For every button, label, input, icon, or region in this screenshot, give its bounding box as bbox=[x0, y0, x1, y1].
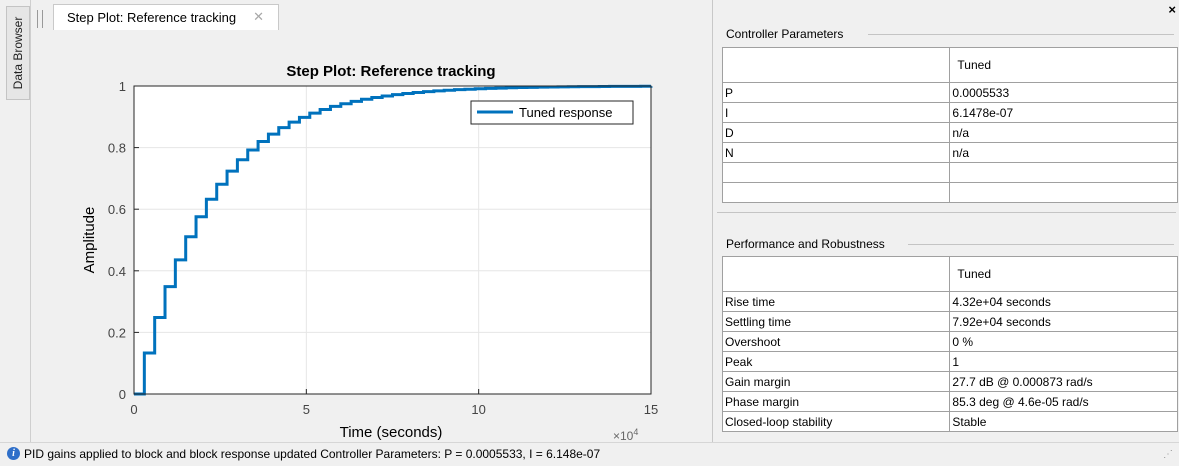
table-row: I 6.1478e-07 bbox=[721, 102, 1178, 123]
table-row: Closed-loop stability Stable bbox=[721, 411, 1178, 432]
data-browser-tab-label: Data Browser bbox=[11, 16, 25, 90]
table-row: Nn/a bbox=[721, 142, 1178, 163]
metric-name: Closed-loop stability bbox=[721, 411, 951, 432]
y-tick-label: 0.2 bbox=[108, 325, 126, 340]
status-message: PID gains applied to block and block res… bbox=[24, 447, 601, 461]
controller-parameters-table: Tuned P 0.0005533 I 6.1478e-07 Dn/a Nn/a bbox=[721, 47, 1178, 203]
close-tab-icon[interactable]: ✕ bbox=[253, 9, 264, 25]
plot-panel: Step Plot: Reference tracking 0 5 10 15 0 0.2… bbox=[31, 30, 707, 442]
table-row: Peak 1 bbox=[721, 351, 1178, 372]
tab-step-plot[interactable]: Step Plot: Reference tracking ✕ bbox=[53, 4, 279, 30]
header-empty-cell bbox=[721, 47, 951, 83]
performance-table: Tuned Rise time 4.32e+04 seconds Settling… bbox=[721, 256, 1178, 432]
header-tuned: Tuned bbox=[949, 47, 1178, 83]
table-row: P 0.0005533 bbox=[721, 82, 1178, 103]
param-value: n/a bbox=[949, 122, 1178, 143]
table-row: Dn/a bbox=[721, 122, 1178, 143]
y-tick-label: 0.4 bbox=[108, 264, 126, 279]
group-divider bbox=[717, 212, 1176, 213]
performance-robustness-title: Performance and Robustness bbox=[726, 237, 885, 251]
x-tick-label: 10 bbox=[471, 402, 485, 417]
param-name: I bbox=[721, 102, 951, 123]
metric-value: 0 % bbox=[949, 331, 1178, 352]
x-axis-multiplier: ×104 bbox=[613, 427, 638, 442]
table-header-row: Tuned bbox=[721, 256, 1178, 292]
group-divider bbox=[908, 244, 1174, 245]
resize-grip-icon[interactable]: ⋰ bbox=[1163, 449, 1173, 460]
x-tick-label: 0 bbox=[130, 402, 137, 417]
close-panel-icon[interactable]: × bbox=[1168, 2, 1176, 17]
x-tick-label: 15 bbox=[644, 402, 658, 417]
header-tuned: Tuned bbox=[949, 256, 1178, 292]
param-name: D bbox=[721, 122, 951, 143]
y-tick-label: 0.6 bbox=[108, 202, 126, 217]
table-row: Overshoot 0 % bbox=[721, 331, 1178, 352]
plot-axes-area bbox=[134, 86, 651, 394]
table-row: Gain margin 27.7 dB @ 0.000873 rad/s bbox=[721, 371, 1178, 392]
controller-parameters-title: Controller Parameters bbox=[726, 27, 844, 41]
y-axis-label: Amplitude bbox=[81, 207, 98, 274]
step-plot-chart: Step Plot: Reference tracking 0 5 10 15 0 0.2… bbox=[81, 63, 658, 442]
panel-grip-handle[interactable] bbox=[37, 10, 43, 28]
metric-value: 7.92e+04 seconds bbox=[949, 311, 1178, 332]
data-browser-tab[interactable]: Data Browser bbox=[6, 6, 30, 100]
param-value: 0.0005533 bbox=[949, 82, 1178, 103]
x-tick-label: 5 bbox=[303, 402, 310, 417]
table-row bbox=[721, 162, 1178, 183]
tab-step-plot-label: Step Plot: Reference tracking bbox=[67, 10, 237, 25]
metric-name: Overshoot bbox=[721, 331, 951, 352]
x-axis-label: Time (seconds) bbox=[340, 424, 443, 441]
table-row: Phase margin 85.3 deg @ 4.6e-05 rad/s bbox=[721, 391, 1178, 412]
metric-name: Settling time bbox=[721, 311, 951, 332]
table-row: Settling time 7.92e+04 seconds bbox=[721, 311, 1178, 332]
metric-name: Gain margin bbox=[721, 371, 951, 392]
left-panel-strip: Data Browser bbox=[0, 0, 31, 442]
results-panel: × Controller Parameters Tuned P 0.0005533… bbox=[712, 0, 1179, 442]
metric-value: 27.7 dB @ 0.000873 rad/s bbox=[949, 371, 1178, 392]
metric-name: Phase margin bbox=[721, 391, 951, 412]
info-icon: i bbox=[7, 447, 20, 460]
table-header-row: Tuned bbox=[721, 47, 1178, 83]
param-value bbox=[949, 182, 1178, 203]
table-row: Rise time 4.32e+04 seconds bbox=[721, 291, 1178, 312]
metric-value: 1 bbox=[949, 351, 1178, 372]
status-bar: i PID gains applied to block and block r… bbox=[0, 442, 1179, 466]
param-name: N bbox=[721, 142, 951, 163]
y-tick-label: 0 bbox=[119, 387, 126, 402]
param-value bbox=[949, 162, 1178, 183]
metric-name: Rise time bbox=[721, 291, 951, 312]
param-value: n/a bbox=[949, 142, 1178, 163]
metric-value: 85.3 deg @ 4.6e-05 rad/s bbox=[949, 391, 1178, 412]
legend[interactable]: Tuned response bbox=[470, 100, 634, 125]
y-tick-label: 0.8 bbox=[108, 141, 126, 156]
legend-label: Tuned response bbox=[519, 105, 612, 120]
chart-title: Step Plot: Reference tracking bbox=[286, 63, 495, 80]
param-name bbox=[721, 162, 951, 183]
table-row bbox=[721, 182, 1178, 203]
param-name: P bbox=[721, 82, 951, 103]
metric-value: 4.32e+04 seconds bbox=[949, 291, 1178, 312]
param-name bbox=[721, 182, 951, 203]
y-tick-label: 1 bbox=[119, 79, 126, 94]
param-value: 6.1478e-07 bbox=[949, 102, 1178, 123]
group-divider bbox=[868, 34, 1174, 35]
header-empty-cell bbox=[721, 256, 951, 292]
metric-name: Peak bbox=[721, 351, 951, 372]
metric-value: Stable bbox=[949, 411, 1178, 432]
